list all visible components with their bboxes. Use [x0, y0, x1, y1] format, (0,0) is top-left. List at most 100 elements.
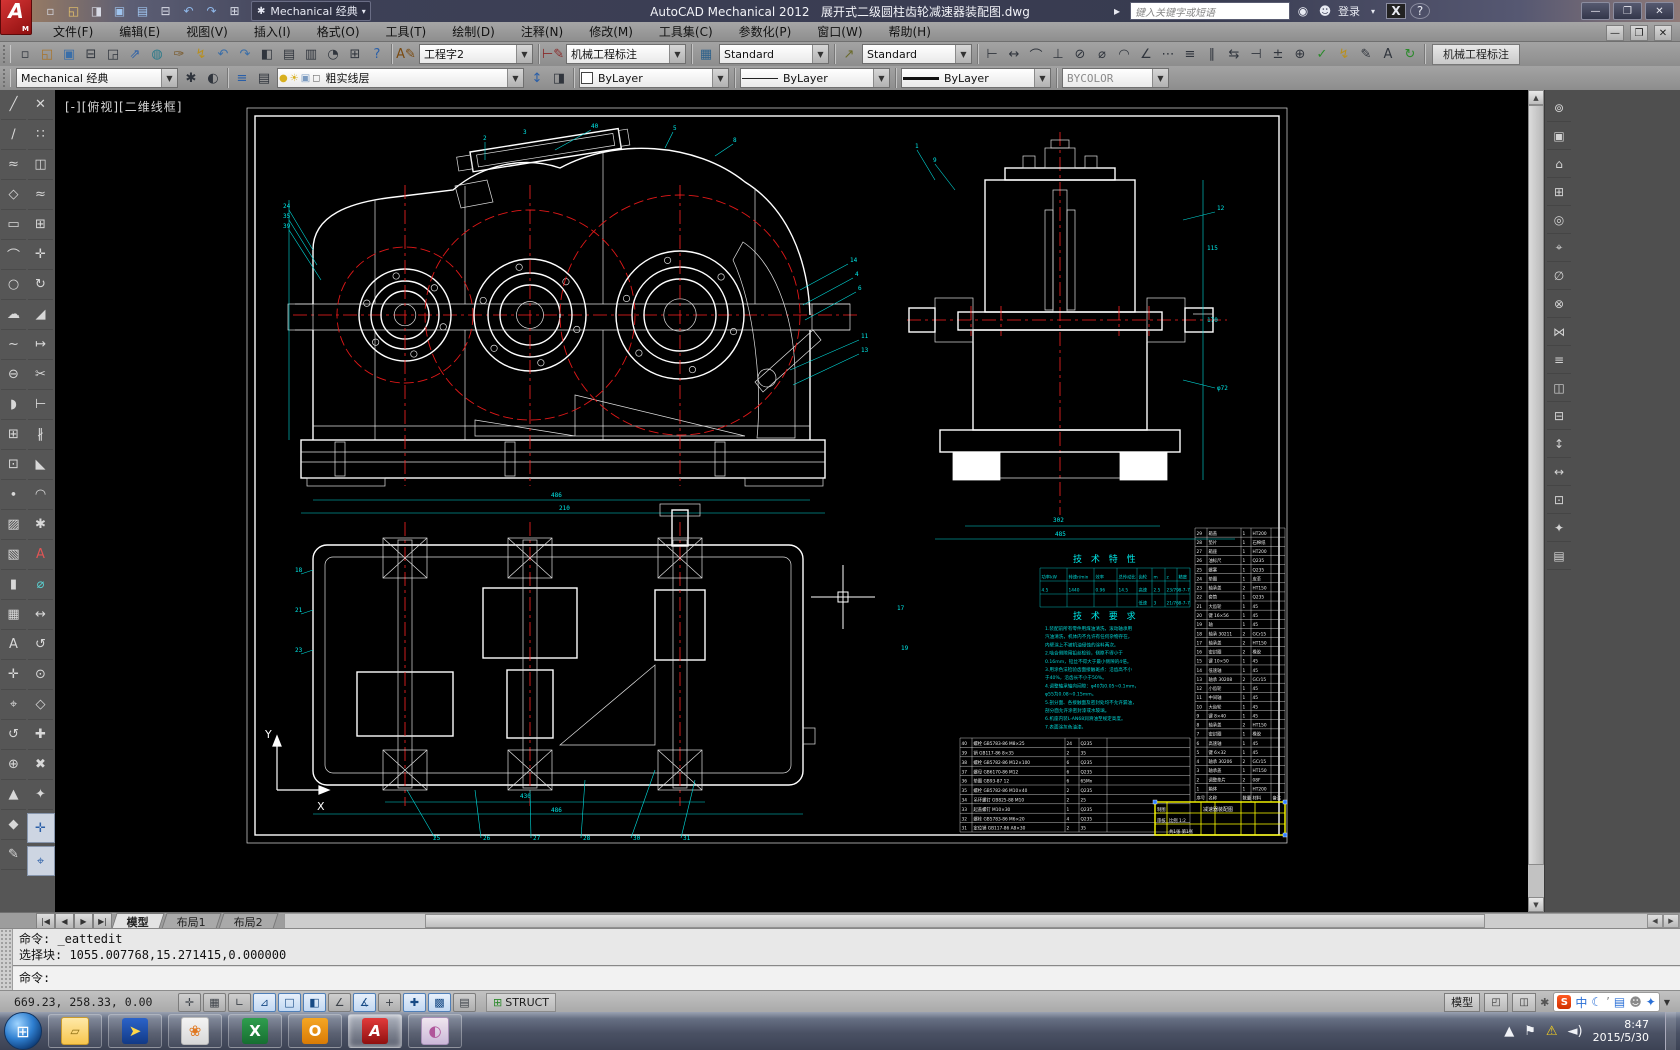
- ime-keyboard-icon[interactable]: ▤: [1614, 995, 1625, 1009]
- publish-icon[interactable]: ⇗: [124, 44, 146, 64]
- tab-layout2[interactable]: 布局2: [218, 913, 278, 929]
- rectangle-icon[interactable]: ▭: [1, 210, 26, 240]
- ellipse-arc-icon[interactable]: ◗: [1, 390, 26, 420]
- tolerance-icon[interactable]: ±: [1267, 44, 1289, 64]
- arc-icon[interactable]: ⌒: [1, 240, 26, 270]
- ime-cn-icon[interactable]: 中: [1575, 994, 1587, 1011]
- power-dim-button[interactable]: ✛: [27, 813, 55, 843]
- center-mark-icon[interactable]: ⊕: [1289, 44, 1311, 64]
- menu-draw[interactable]: 绘制(D): [439, 23, 508, 40]
- struct-layer-chip[interactable]: ⊞ STRUCT: [486, 993, 556, 1012]
- menu-annotate[interactable]: 注释(N): [508, 23, 576, 40]
- start-button[interactable]: ⊞: [4, 1012, 42, 1050]
- workspace-save-icon[interactable]: ◐: [202, 68, 224, 88]
- mleader-style-icon[interactable]: ↗: [838, 44, 860, 64]
- sogou-icon[interactable]: S: [1557, 995, 1571, 1009]
- linetype-combo[interactable]: ByLayer▼: [740, 68, 890, 88]
- layer-combo[interactable]: ● ☀ ▣ ◻ 粗实线层 ▼: [277, 68, 524, 88]
- doc-restore-button[interactable]: ❐: [1630, 25, 1648, 41]
- ducs-toggle[interactable]: ∠: [328, 993, 351, 1012]
- mech-null-icon[interactable]: ∅: [1547, 262, 1571, 290]
- osnap-settings-icon[interactable]: ▤: [278, 44, 300, 64]
- text-style-icon[interactable]: A✎: [395, 44, 417, 64]
- exchange-icon[interactable]: X: [1386, 3, 1406, 19]
- undo-icon[interactable]: ↶: [212, 44, 234, 64]
- mleader-style-combo[interactable]: Standard▼: [862, 44, 972, 64]
- dim-style-combo[interactable]: 机械工程标注▼: [566, 44, 686, 64]
- hatch-icon[interactable]: ▨: [1, 510, 26, 540]
- poly-icon[interactable]: ◇: [28, 690, 53, 720]
- extend-icon[interactable]: ⊢: [28, 390, 53, 420]
- triangle-icon[interactable]: ▲: [1, 780, 26, 810]
- scroll-left-icon[interactable]: ◀: [1647, 914, 1663, 928]
- dyn-toggle[interactable]: +: [378, 993, 401, 1012]
- transparency-toggle[interactable]: ▩: [428, 993, 451, 1012]
- fillet-icon[interactable]: ◠: [28, 480, 53, 510]
- lineweight-combo[interactable]: ByLayer▼: [901, 68, 1051, 88]
- spline-icon[interactable]: ~: [1, 330, 26, 360]
- table-style-combo[interactable]: Standard▼: [719, 44, 829, 64]
- save-icon[interactable]: ▣: [58, 44, 80, 64]
- dim-style-icon[interactable]: ⊢✎: [542, 44, 564, 64]
- mech-standard-icon[interactable]: ⊚: [1547, 94, 1571, 122]
- matchprop-icon[interactable]: ✑: [168, 44, 190, 64]
- menu-window[interactable]: 窗口(W): [804, 23, 875, 40]
- expand-icon[interactable]: ▸: [1108, 4, 1126, 18]
- mech-horz-icon[interactable]: ↔: [1547, 458, 1571, 486]
- taskbar-photo-viewer[interactable]: ❀: [168, 1014, 222, 1048]
- text-style-combo[interactable]: 工程字2▼: [419, 44, 533, 64]
- open-icon[interactable]: ◱: [36, 44, 58, 64]
- help-icon[interactable]: ?: [366, 44, 388, 64]
- toolbar-grip[interactable]: [3, 69, 11, 87]
- region-icon[interactable]: ▮: [1, 570, 26, 600]
- scroll-down-icon[interactable]: ▼: [1528, 897, 1544, 912]
- rotate-icon[interactable]: ↻: [28, 270, 53, 300]
- dim-quick-icon[interactable]: ⋯: [1157, 44, 1179, 64]
- workspace-settings-icon[interactable]: ✱: [180, 68, 202, 88]
- menu-view[interactable]: 视图(V): [173, 23, 241, 40]
- polar-toggle[interactable]: ⊿: [253, 993, 276, 1012]
- command-window-grip[interactable]: [0, 929, 13, 991]
- center-icon[interactable]: ⌖: [1, 690, 26, 720]
- taskbar-outlook[interactable]: O: [288, 1014, 342, 1048]
- taskbar-clock[interactable]: 8:47 2015/5/30: [1593, 1018, 1655, 1044]
- mech-rows-icon[interactable]: ▤: [1547, 542, 1571, 570]
- dim-baseline-icon[interactable]: ≡: [1179, 44, 1201, 64]
- power-snap-button[interactable]: ⌖: [27, 846, 55, 876]
- ime-halfmoon-icon[interactable]: ☾: [1591, 995, 1602, 1009]
- close-button[interactable]: ✕: [1645, 2, 1674, 20]
- star-icon[interactable]: ✦: [28, 780, 53, 810]
- drawings-quickview-icon[interactable]: ◫: [1512, 993, 1536, 1012]
- polygon-icon[interactable]: ◇: [1, 180, 26, 210]
- mtext-icon[interactable]: A: [1, 630, 26, 660]
- app-menu-button[interactable]: AM: [0, 0, 32, 35]
- taskbar-app-blue[interactable]: ➤: [108, 1014, 162, 1048]
- mech-x-icon[interactable]: ⊗: [1547, 290, 1571, 318]
- undo-icon[interactable]: ↶: [178, 2, 199, 20]
- ellipse-icon[interactable]: ⊖: [1, 360, 26, 390]
- menu-file[interactable]: 文件(F): [40, 23, 106, 40]
- title-block[interactable]: 减速器装配图 比例 1:2 共1张 第1张 制图 审核: [1153, 800, 1287, 837]
- restore-button[interactable]: ❐: [1613, 2, 1642, 20]
- mech-part-icon[interactable]: ▣: [1547, 122, 1571, 150]
- dwf-icon[interactable]: ◍: [146, 44, 168, 64]
- print-icon[interactable]: ⊟: [80, 44, 102, 64]
- layout-quickview-icon[interactable]: ◰: [1484, 993, 1508, 1012]
- layer-isolate-icon[interactable]: ◨: [548, 68, 570, 88]
- mech-star-icon[interactable]: ✦: [1547, 514, 1571, 542]
- horizontal-scrollbar[interactable]: ◀ ▶: [284, 913, 1680, 929]
- make-block-icon[interactable]: ⊡: [1, 450, 26, 480]
- trim-icon[interactable]: ✂: [28, 360, 53, 390]
- otrack-toggle[interactable]: ∡: [353, 993, 376, 1012]
- dim-jogged-icon[interactable]: ⌀: [1091, 44, 1113, 64]
- mech-box-icon[interactable]: ⊡: [1547, 486, 1571, 514]
- volume-icon[interactable]: ◄): [1568, 1024, 1583, 1039]
- gradient-icon[interactable]: ▧: [1, 540, 26, 570]
- network-icon[interactable]: ⚠: [1546, 1024, 1558, 1039]
- dim-jogline-icon[interactable]: ↯: [1333, 44, 1355, 64]
- mech-join-icon[interactable]: ⋈: [1547, 318, 1571, 346]
- model-space-button[interactable]: 模型: [1444, 993, 1480, 1012]
- menu-insert[interactable]: 插入(I): [241, 23, 304, 40]
- menu-tools[interactable]: 工具(T): [373, 23, 440, 40]
- tab-last-icon[interactable]: ▶|: [93, 913, 112, 929]
